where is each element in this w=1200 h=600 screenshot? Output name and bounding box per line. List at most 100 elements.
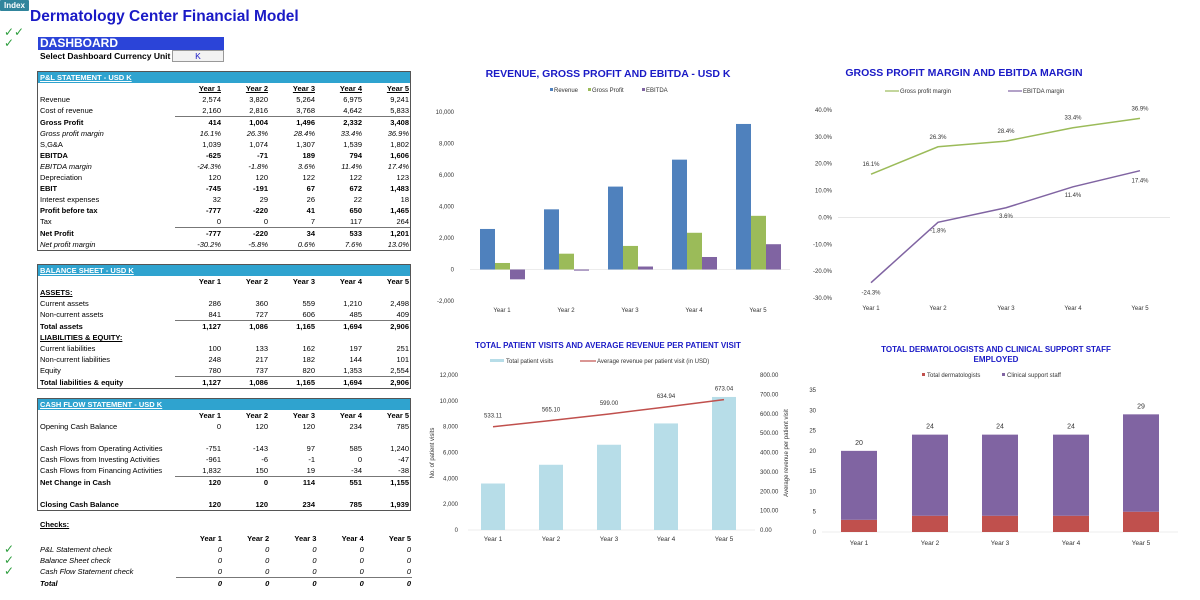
- y-tick-label: 0: [451, 268, 455, 274]
- cell-value: 120: [255, 173, 268, 182]
- index-tab[interactable]: Index: [0, 0, 29, 11]
- cell-value: 737: [255, 366, 268, 375]
- y-tick-label: 20: [809, 449, 816, 455]
- cell-value: -143: [252, 444, 268, 453]
- y-tick-label: 10.0%: [815, 189, 833, 195]
- line-gross-profit-margin: [870, 117, 1141, 175]
- cf-row: Closing Cash Balance 120 120 234 785 1,939: [38, 499, 410, 510]
- bar-clinical-support-staff: [1053, 434, 1089, 516]
- pl-row: Interest expenses 32 29 26 22 18: [38, 194, 410, 205]
- cell-value: 780: [208, 366, 221, 375]
- x-tick-label: Year 2: [542, 536, 561, 543]
- cell-value: -38: [398, 466, 409, 475]
- pl-statement-panel: P&L STATEMENT - USD K Year 1 Year 2 Year…: [37, 71, 411, 251]
- cell-value: 650: [349, 206, 362, 215]
- y-tick-label: 6,000: [439, 173, 455, 179]
- data-label: 673.04: [715, 387, 734, 393]
- y-tick-label: 35: [809, 388, 816, 394]
- year-header-row: Year 1 Year 2 Year 3 Year 4 Year 5: [38, 276, 410, 287]
- bar-gross-profit: [623, 245, 638, 270]
- line-ebitda-margin: [870, 169, 1141, 284]
- pl-row: S,G&A 1,039 1,074 1,307 1,539 1,802: [38, 139, 410, 150]
- year-header: Year 2: [245, 277, 268, 286]
- cell-value: 2,906: [363, 320, 410, 332]
- legend-label: EBITDA margin: [1023, 89, 1064, 95]
- y2-tick-label: 700.00: [760, 392, 779, 398]
- cell-value: 841: [208, 310, 221, 319]
- bar-clinical-support-staff: [982, 434, 1018, 516]
- cell-value: 0: [406, 567, 411, 576]
- check-row: Cash Flow Statement check 0 0 0 0 0: [38, 566, 412, 578]
- currency-unit-select[interactable]: K: [172, 50, 224, 62]
- cell-value: [363, 332, 410, 343]
- total-label: 29: [1137, 403, 1145, 410]
- row-label: Cash Flows from Operating Activities: [40, 444, 163, 453]
- y-tick-label: 8,000: [443, 425, 459, 431]
- y-tick-label: 40.0%: [815, 108, 833, 114]
- y-tick-label: -30.0%: [813, 296, 833, 302]
- cell-value: 559: [302, 299, 315, 308]
- y-tick-label: 2,000: [443, 502, 459, 508]
- cell-value: 3,768: [296, 106, 315, 115]
- cf-row: Opening Cash Balance 0 120 120 234 785: [38, 421, 410, 432]
- x-tick-label: Year 3: [621, 308, 639, 314]
- legend-label: Revenue: [554, 88, 579, 94]
- cf-row: Net Change in Cash 120 0 114 551 1,155: [38, 476, 410, 488]
- x-tick-label: Year 5: [715, 536, 734, 543]
- bar-gross-profit: [687, 232, 702, 270]
- row-label: EBITDA: [40, 151, 68, 160]
- cell-value: 120: [208, 500, 221, 509]
- cell-value: [175, 488, 222, 499]
- cell-value: 1,086: [222, 320, 269, 332]
- cell-value: -47: [398, 455, 409, 464]
- balance-sheet-table: Year 1 Year 2 Year 3 Year 4 Year 5 ASSETS: Cur…: [38, 276, 410, 388]
- x-tick-label: Year 3: [991, 540, 1010, 547]
- balance-sheet-title: BALANCE SHEET - USD K: [38, 265, 410, 276]
- row-label: EBITDA margin: [40, 162, 92, 171]
- cell-value: 1,802: [390, 140, 409, 149]
- cell-value: -961: [205, 455, 221, 464]
- cash-flow-panel: CASH FLOW STATEMENT - USD K Year 1 Year 2…: [37, 398, 411, 511]
- bar-total-patient-visits: [481, 483, 505, 530]
- chart-title: TOTAL PATIENT VISITS AND AVERAGE REVENUE…: [475, 341, 741, 350]
- row-label: ASSETS:: [40, 288, 73, 297]
- cell-value: [222, 488, 269, 499]
- cell-value: -1: [308, 455, 315, 464]
- data-label: 599.00: [600, 401, 619, 407]
- cell-value: 41: [306, 206, 315, 215]
- total-label: 24: [996, 424, 1004, 431]
- cell-value: 120: [255, 500, 268, 509]
- pl-row: Tax 0 0 7 117 264: [38, 216, 410, 228]
- cell-value: -220: [252, 206, 268, 215]
- cell-value: 1,307: [296, 140, 315, 149]
- legend-label: Gross profit margin: [900, 89, 951, 95]
- bar-total-patient-visits: [654, 423, 678, 530]
- data-label: 26.3%: [929, 135, 947, 141]
- y-tick-label: 10,000: [436, 110, 455, 116]
- pl-row: Revenue 2,574 3,820 5,264 6,975 9,241: [38, 94, 410, 105]
- cell-value: 0: [265, 556, 270, 565]
- cell-value: 9,241: [390, 95, 409, 104]
- row-label: Current assets: [40, 299, 89, 308]
- cell-value: [363, 432, 410, 443]
- y-tick-label: 10: [809, 489, 816, 495]
- check-row: Balance Sheet check 0 0 0 0 0: [38, 555, 412, 566]
- bs-row: Total liabilities & equity 1,127 1,086 1,16…: [38, 376, 410, 388]
- year-header: Year 4: [339, 411, 362, 420]
- year-header: Year 4: [339, 84, 362, 93]
- cell-value: 1,694: [316, 376, 363, 388]
- cell-value: 217: [255, 355, 268, 364]
- legend-label: Clinical support staff: [1007, 373, 1061, 379]
- year-header: Year 2: [247, 534, 270, 543]
- check-icon: ✓: [4, 36, 15, 50]
- cell-value: 360: [255, 299, 268, 308]
- cell-value: 19: [306, 466, 315, 475]
- x-tick-label: Year 1: [493, 308, 511, 314]
- bar-ebitda: [702, 256, 717, 270]
- cell-value: 0: [312, 556, 317, 565]
- cell-value: 3,408: [363, 116, 410, 128]
- cell-value: 4,642: [343, 106, 362, 115]
- cell-value: 0: [216, 217, 221, 226]
- y-tick-label: 0.0%: [818, 215, 832, 221]
- cell-value: [316, 332, 363, 343]
